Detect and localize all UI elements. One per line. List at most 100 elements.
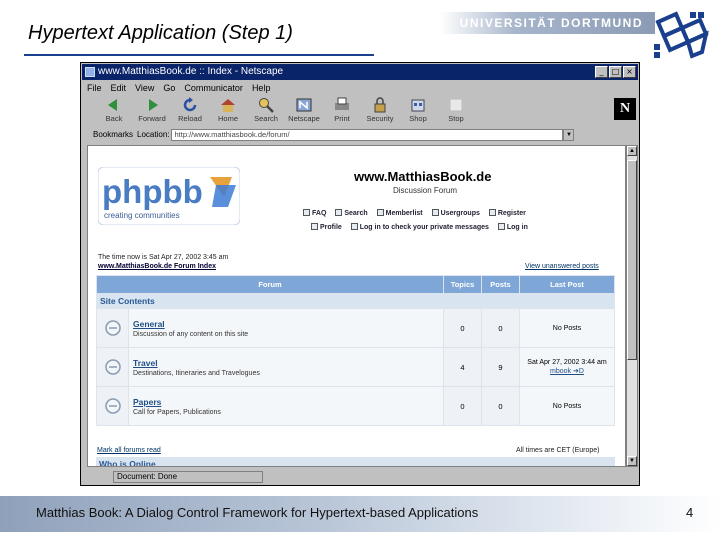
login-link[interactable]: Log in <box>497 223 528 231</box>
reload-button[interactable]: Reload <box>171 96 209 126</box>
slide-title: Hypertext Application (Step 1) <box>28 22 293 44</box>
url-input[interactable]: http://www.matthiasbook.de/forum/ <box>171 128 564 141</box>
scroll-thumb[interactable] <box>627 160 637 360</box>
forum-link-papers[interactable]: Papers <box>133 397 443 407</box>
forum-header: phpbb creating communities www.MatthiasB… <box>98 153 616 253</box>
security-icon <box>374 97 386 113</box>
maximize-button[interactable]: □ <box>609 66 622 78</box>
shop-icon <box>411 99 425 112</box>
university-banner: UNIVERSITÄT DORTMUND <box>440 12 655 34</box>
usergroups-icon <box>431 209 439 216</box>
unanswered-posts-link[interactable]: View unanswered posts <box>525 263 599 270</box>
forum-table: Forum Topics Posts Last Post Site Conten… <box>96 275 615 426</box>
print-icon <box>335 97 349 110</box>
shop-button[interactable]: Shop <box>399 96 437 126</box>
security-button[interactable]: Security <box>361 96 399 126</box>
forum-desc: Call for Papers, Publications <box>133 408 221 416</box>
last-post-author-link[interactable]: mbook ➔D <box>550 368 584 375</box>
url-dropdown-icon[interactable]: ▼ <box>563 128 575 141</box>
register-icon <box>488 209 496 216</box>
scroll-up-icon[interactable]: ▲ <box>627 146 637 156</box>
browser-window: www.MatthiasBook.de :: Index - Netscape … <box>80 62 640 486</box>
header-last-post: Last Post <box>519 275 615 294</box>
search-button[interactable]: Search <box>247 96 285 126</box>
login-icon <box>497 223 505 230</box>
who-is-online-header[interactable]: Who is Online <box>96 457 615 466</box>
page-viewport: phpbb creating communities www.MatthiasB… <box>87 145 626 467</box>
profile-icon <box>311 223 318 230</box>
posts-count: 9 <box>481 347 520 387</box>
menu-file[interactable]: File <box>87 81 102 95</box>
category-site-contents[interactable]: Site Contents <box>96 293 615 309</box>
stop-button[interactable]: Stop <box>437 96 475 126</box>
forum-link-travel[interactable]: Travel <box>133 358 443 368</box>
header-posts: Posts <box>481 275 520 294</box>
memberlist-link[interactable]: Memberlist <box>376 209 423 217</box>
menu-help[interactable]: Help <box>252 81 271 95</box>
search-link[interactable]: Search <box>335 209 368 217</box>
browser-title: www.MatthiasBook.de :: Index - Netscape <box>98 66 284 77</box>
last-post: Sat Apr 27, 2002 3:44 am <box>527 359 607 366</box>
last-post: No Posts <box>552 402 582 410</box>
scroll-down-icon[interactable]: ▼ <box>627 456 637 466</box>
header-topics: Topics <box>443 275 482 294</box>
browser-titlebar[interactable]: www.MatthiasBook.de :: Index - Netscape … <box>82 64 638 80</box>
memberlist-icon <box>376 209 384 216</box>
folder-icon <box>104 320 121 336</box>
folder-icon <box>104 398 121 414</box>
back-button[interactable]: Back <box>95 96 133 126</box>
forum-desc: Discussion of any content on this site <box>133 330 249 338</box>
faq-link[interactable]: FAQ <box>303 209 326 217</box>
search-icon <box>335 209 343 216</box>
title-underline <box>24 54 374 56</box>
forum-index-link[interactable]: www.MatthiasBook.de Forum Index <box>98 263 216 270</box>
reload-icon <box>183 97 197 112</box>
netscape-button[interactable]: Netscape <box>285 96 323 126</box>
last-post: No Posts <box>552 324 582 332</box>
footer-citation: Matthias Book: A Dialog Control Framewor… <box>36 505 479 520</box>
posts-count: 0 <box>481 308 520 348</box>
usergroups-link[interactable]: Usergroups <box>431 209 480 217</box>
menu-view[interactable]: View <box>135 81 154 95</box>
slide-page-number: 4 <box>686 505 694 520</box>
forum-nav-links: FAQ Search Memberlist Usergroups Registe… <box>303 207 563 235</box>
menu-go[interactable]: Go <box>163 81 175 95</box>
profile-link[interactable]: Profile <box>311 223 342 231</box>
menu-communicator[interactable]: Communicator <box>184 81 243 95</box>
table-row: Travel Destinations, Itineraries and Trav… <box>96 347 615 387</box>
close-button[interactable]: × <box>623 66 636 78</box>
topics-count: 0 <box>443 308 482 348</box>
netscape-window-icon <box>85 67 95 77</box>
category-row: Site Contents <box>96 293 615 309</box>
forum-link-general[interactable]: General <box>133 319 443 329</box>
table-row: General Discussion of any content on this… <box>96 308 615 348</box>
posts-count: 0 <box>481 386 520 426</box>
university-name: UNIVERSITÄT DORTMUND <box>459 16 643 30</box>
timezone-note: All times are CET (Europe) <box>516 447 600 454</box>
forward-button[interactable]: Forward <box>133 96 171 126</box>
mark-all-read-link[interactable]: Mark all forums read <box>97 447 161 454</box>
table-header: Forum Topics Posts Last Post <box>96 275 615 294</box>
current-time: The time now is Sat Apr 27, 2002 3:45 am <box>98 254 229 261</box>
forum-desc: Destinations, Itineraries and Travelogue… <box>133 369 260 377</box>
vertical-scrollbar[interactable]: ▲ ▼ <box>626 145 638 467</box>
location-bar: Bookmarks Location: http://www.matthiasb… <box>83 127 637 142</box>
navigation-toolbar: Back Forward Reload Home Search Netscape… <box>83 96 618 126</box>
status-bar: Document: Done <box>83 469 637 484</box>
register-link[interactable]: Register <box>488 209 526 217</box>
print-button[interactable]: Print <box>323 96 361 126</box>
menu-edit[interactable]: Edit <box>111 81 127 95</box>
back-icon <box>108 99 117 111</box>
netscape-logo-icon[interactable]: N <box>614 98 636 120</box>
home-icon <box>221 99 235 112</box>
home-button[interactable]: Home <box>209 96 247 126</box>
faq-icon <box>303 209 310 216</box>
topics-count: 0 <box>443 386 482 426</box>
minimize-button[interactable]: _ <box>595 66 608 78</box>
search-icon <box>259 98 274 113</box>
bookmarks-button[interactable]: Bookmarks <box>83 130 137 139</box>
folder-icon <box>104 359 121 375</box>
site-name: www.MatthiasBook.de <box>354 169 492 184</box>
phpbb-logo[interactable]: phpbb creating communities <box>98 167 240 225</box>
private-messages-link[interactable]: Log in to check your private messages <box>350 223 489 231</box>
